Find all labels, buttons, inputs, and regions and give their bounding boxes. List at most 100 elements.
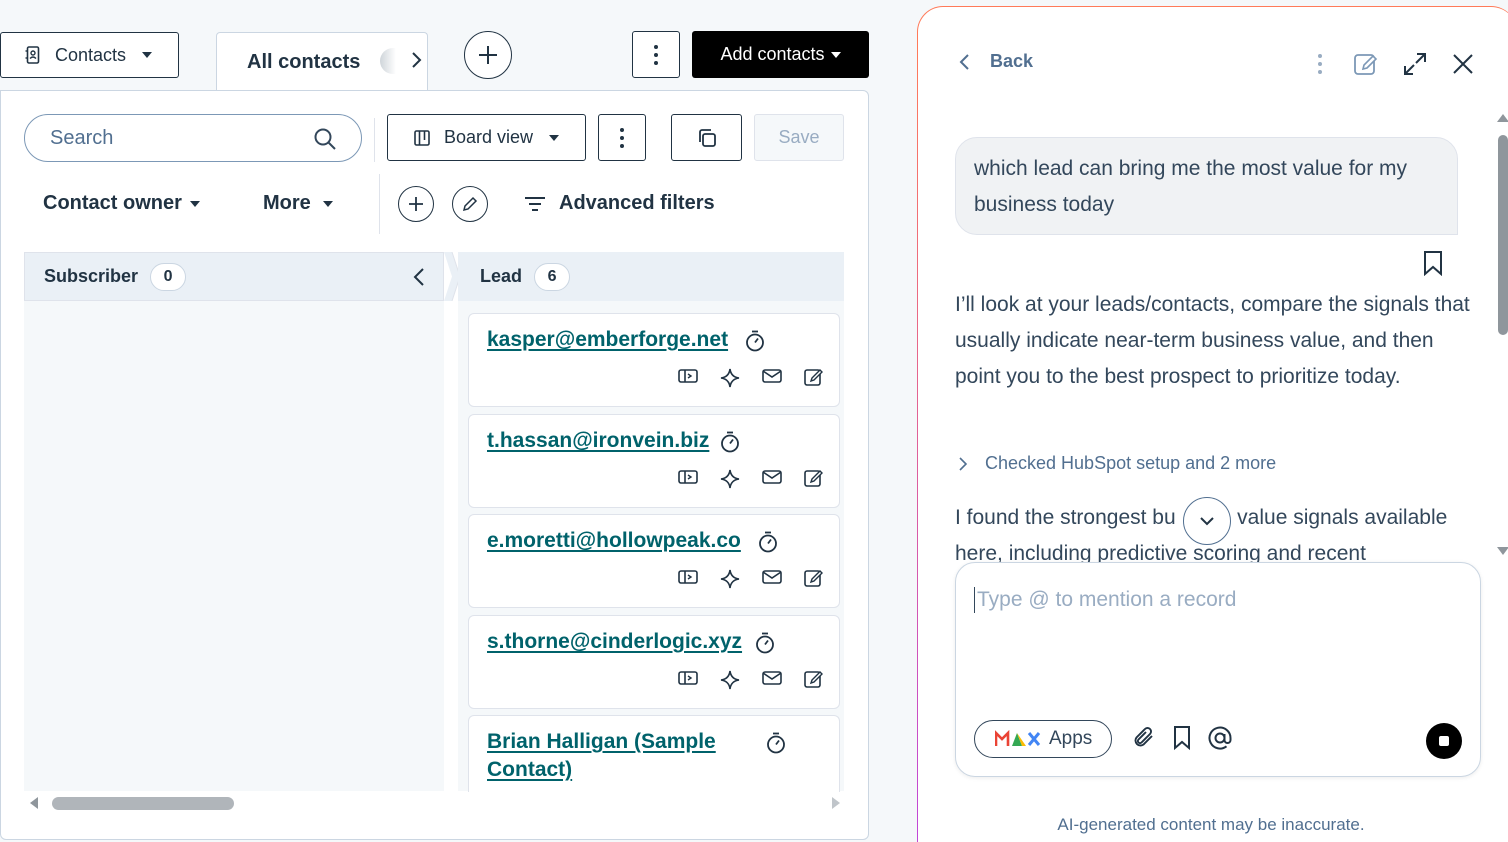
edit-filters-button[interactable] xyxy=(452,186,488,222)
card-contact-link[interactable]: t.hassan@ironvein.biz xyxy=(487,427,709,455)
board-icon xyxy=(414,129,430,146)
preview-icon[interactable] xyxy=(667,469,709,489)
chevron-left-icon xyxy=(959,53,969,70)
chevron-down-icon xyxy=(830,51,841,58)
toolbar-more-button[interactable] xyxy=(632,31,680,78)
card-actions xyxy=(667,368,835,388)
save-view-button[interactable]: Save xyxy=(754,114,844,161)
scroll-to-bottom-button[interactable] xyxy=(1183,497,1231,545)
preview-icon[interactable] xyxy=(667,670,709,690)
column-name: Subscriber xyxy=(44,266,139,286)
back-label: Back xyxy=(990,51,1034,71)
ai-sparkle-icon[interactable] xyxy=(709,670,751,690)
save-label: Save xyxy=(778,127,820,147)
edit-note-icon[interactable] xyxy=(793,469,835,489)
card-actions xyxy=(667,569,835,589)
view-options-button[interactable] xyxy=(598,114,646,161)
chevron-right-icon xyxy=(412,52,422,68)
reasoning-steps-toggle[interactable]: Checked HubSpot setup and 2 more xyxy=(958,453,1276,474)
copy-icon xyxy=(698,128,716,147)
column-body-subscriber xyxy=(24,301,444,791)
edit-note-icon[interactable] xyxy=(793,569,835,589)
add-contacts-button[interactable]: Add contacts xyxy=(692,31,869,78)
search-input[interactable]: Search xyxy=(24,114,362,162)
timer-icon xyxy=(759,531,777,553)
email-icon[interactable] xyxy=(751,469,793,489)
email-icon[interactable] xyxy=(751,569,793,589)
horizontal-scrollbar-thumb[interactable] xyxy=(52,797,234,810)
scroll-right-arrow-icon[interactable] xyxy=(830,797,842,809)
ai-sparkle-icon[interactable] xyxy=(709,368,751,388)
edit-note-icon[interactable] xyxy=(793,670,835,690)
ai-message-intro: I’ll look at your leads/contacts, compar… xyxy=(955,293,1470,388)
crm-board-area: Contacts All contacts Add contacts Searc… xyxy=(0,0,905,842)
chevron-right-icon xyxy=(959,456,968,471)
filter-icon xyxy=(525,196,545,211)
add-view-button[interactable] xyxy=(464,31,512,79)
chevron-down-icon xyxy=(1200,517,1214,526)
tab-scroll-right-button[interactable] xyxy=(405,46,427,74)
back-button[interactable]: Back xyxy=(958,51,1033,72)
preview-icon[interactable] xyxy=(667,368,709,388)
filter-divider xyxy=(379,174,380,234)
user-message-text: which lead can bring me the most value f… xyxy=(974,157,1408,216)
deal-card[interactable]: e.moretti@hollowpeak.co xyxy=(468,514,840,608)
card-contact-link[interactable]: s.thorne@cinderlogic.xyz xyxy=(487,628,742,656)
close-panel-button[interactable] xyxy=(1448,49,1478,79)
deal-card[interactable]: kasper@emberforge.net xyxy=(468,313,840,407)
scroll-down-arrow-icon[interactable] xyxy=(1497,546,1508,556)
vertical-ellipsis-icon xyxy=(620,127,624,148)
ai-sparkle-icon[interactable] xyxy=(709,569,751,589)
expand-panel-button[interactable] xyxy=(1400,49,1430,79)
search-icon xyxy=(314,128,336,150)
advanced-filters-button[interactable]: Advanced filters xyxy=(524,192,715,215)
tab-all-contacts[interactable]: All contacts xyxy=(216,32,428,92)
column-header-lead: Lead 6 xyxy=(458,252,844,301)
card-name-line2: Contact) xyxy=(487,758,573,781)
add-filter-button[interactable] xyxy=(398,186,434,222)
view-selector-label: Board view xyxy=(443,127,534,147)
object-selector-button[interactable]: Contacts xyxy=(0,32,179,78)
attachment-icon[interactable] xyxy=(1132,725,1156,749)
scroll-up-arrow-icon[interactable] xyxy=(1497,113,1508,123)
collapse-column-icon[interactable] xyxy=(412,267,426,287)
mention-icon[interactable] xyxy=(1207,725,1233,751)
timer-icon xyxy=(767,732,785,754)
apps-button[interactable]: Apps xyxy=(974,720,1112,758)
assistant-menu-button[interactable] xyxy=(1310,49,1330,79)
deal-card[interactable]: s.thorne@cinderlogic.xyz xyxy=(468,615,840,709)
ai-message-part-a: I found the strongest bu xyxy=(955,506,1176,529)
email-icon[interactable] xyxy=(751,368,793,388)
plus-icon xyxy=(479,46,497,64)
email-icon[interactable] xyxy=(751,670,793,690)
bookmark-icon[interactable] xyxy=(1423,250,1443,276)
card-contact-link[interactable]: kasper@emberforge.net xyxy=(487,326,728,354)
vertical-ellipsis-icon xyxy=(1318,54,1322,74)
card-contact-link[interactable]: Brian Halligan (Sample Contact) xyxy=(487,728,716,784)
composer-input[interactable]: Type @ to mention a record xyxy=(974,587,1236,613)
chevron-down-icon xyxy=(322,200,333,207)
contact-owner-filter[interactable]: Contact owner xyxy=(43,192,200,215)
deal-card[interactable]: t.hassan@ironvein.biz xyxy=(468,414,840,508)
close-icon xyxy=(1453,54,1473,74)
preview-icon[interactable] xyxy=(667,569,709,589)
new-chat-button[interactable] xyxy=(1352,49,1380,79)
ai-message-part-b: n value signals available xyxy=(1219,506,1448,529)
card-actions xyxy=(667,469,835,489)
tab-label: All contacts xyxy=(247,51,361,73)
deal-card[interactable]: Brian Halligan (Sample Contact) xyxy=(468,715,840,792)
ai-sparkle-icon[interactable] xyxy=(709,469,751,489)
card-contact-link[interactable]: e.moretti@hollowpeak.co xyxy=(487,527,741,555)
view-selector-button[interactable]: Board view xyxy=(387,114,586,161)
vertical-scrollbar-thumb[interactable] xyxy=(1498,135,1508,335)
assistant-panel: Back which lead can bring me the most va… xyxy=(916,6,1508,842)
search-placeholder: Search xyxy=(50,126,114,149)
bookmark-icon[interactable] xyxy=(1172,725,1192,751)
advanced-filters-label: Advanced filters xyxy=(559,192,715,214)
more-filters-button[interactable]: More xyxy=(263,192,333,215)
duplicate-view-button[interactable] xyxy=(671,114,742,161)
scroll-left-arrow-icon[interactable] xyxy=(28,797,40,809)
message-composer[interactable]: Type @ to mention a record Apps xyxy=(955,562,1481,777)
edit-note-icon[interactable] xyxy=(793,368,835,388)
stop-generation-button[interactable] xyxy=(1426,723,1462,759)
